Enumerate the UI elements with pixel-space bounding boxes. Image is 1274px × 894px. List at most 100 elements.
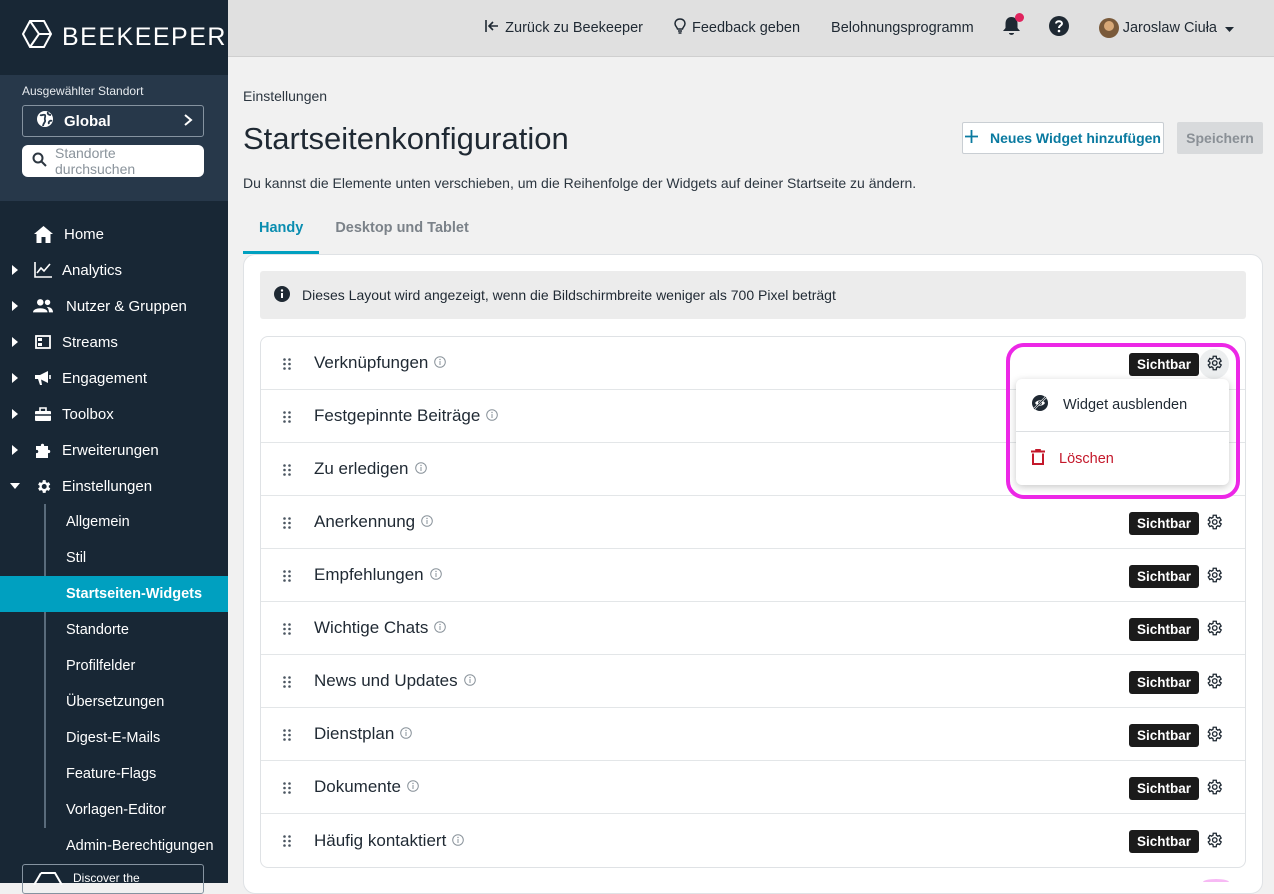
save-button[interactable]: Speichern — [1177, 122, 1263, 154]
widget-settings-gear-icon[interactable] — [1205, 725, 1223, 748]
info-circle-icon[interactable] — [407, 777, 419, 797]
drag-handle-icon[interactable] — [283, 622, 291, 640]
chart-icon — [33, 262, 53, 278]
brand-logo[interactable]: BEEKEEPER — [0, 0, 228, 75]
top-bar: Zurück zu Beekeeper Feedback geben Beloh… — [228, 0, 1274, 57]
widget-settings-gear-icon[interactable] — [1205, 831, 1223, 854]
sidebar-item-settings[interactable]: Einstellungen — [0, 468, 228, 504]
widget-settings-gear-icon[interactable] — [1205, 566, 1223, 589]
drag-handle-icon[interactable] — [283, 410, 291, 428]
user-name: Jaroslaw Ciuła — [1122, 20, 1217, 36]
sidebar-item-label: Analytics — [62, 261, 123, 279]
location-panel: Ausgewählter Standort Global Standorte d… — [0, 75, 228, 201]
drag-handle-icon[interactable] — [283, 675, 291, 693]
notifications-button[interactable] — [1002, 13, 1024, 40]
widget-name: News und Updates — [314, 671, 458, 690]
drag-handle-icon[interactable] — [283, 728, 291, 746]
rewards-link[interactable]: Belohnungsprogramm — [831, 20, 974, 36]
sidebar-item-analytics[interactable]: Analytics — [0, 252, 228, 288]
delete-widget-menu-item[interactable]: Löschen — [1016, 432, 1229, 485]
sidebar-item-label: Einstellungen — [62, 477, 153, 495]
widget-name: Anerkennung — [314, 512, 416, 531]
drag-handle-icon[interactable] — [283, 463, 291, 481]
user-menu[interactable]: Jaroslaw Ciuła — [1098, 18, 1234, 38]
widget-row[interactable]: Dienstplan Sichtbar — [261, 708, 1245, 761]
lightbulb-icon — [674, 18, 686, 38]
caret-right-icon — [10, 301, 20, 311]
widget-settings-gear-icon[interactable] — [1205, 672, 1223, 695]
drag-handle-icon[interactable] — [283, 781, 291, 799]
breadcrumb[interactable]: Einstellungen — [243, 88, 327, 104]
puzzle-icon — [33, 442, 53, 459]
location-selected: Global — [64, 112, 111, 130]
chevron-right-icon — [183, 113, 193, 130]
drag-handle-icon[interactable] — [283, 357, 291, 375]
drag-handle-icon[interactable] — [283, 569, 291, 587]
info-circle-icon[interactable] — [414, 459, 427, 479]
widget-row[interactable]: Empfehlungen Sichtbar — [261, 549, 1245, 602]
widget-settings-gear-icon[interactable] — [1205, 513, 1223, 536]
add-widget-label: Neues Widget hinzufügen — [990, 130, 1161, 146]
discover-button[interactable]: Discover the — [22, 864, 204, 894]
info-circle-icon[interactable] — [486, 406, 499, 426]
drag-handle-icon[interactable] — [283, 834, 291, 852]
widget-settings-gear-icon[interactable] — [1205, 778, 1223, 801]
sidebar-sub-item-active[interactable]: Startseiten-Widgets — [0, 576, 228, 612]
info-circle-icon[interactable] — [452, 831, 465, 851]
eye-slash-icon — [1031, 394, 1049, 416]
help-button[interactable] — [1048, 16, 1069, 40]
widget-context-menu: Widget ausblenden Löschen — [1016, 379, 1229, 485]
info-circle-icon[interactable] — [434, 618, 447, 638]
drag-handle-icon[interactable] — [283, 516, 291, 534]
widget-row[interactable]: Häufig kontaktiert Sichtbar — [261, 814, 1245, 867]
sidebar-item-home[interactable]: Home — [0, 216, 228, 252]
sidebar-sub-item[interactable]: Digest-E-Mails — [0, 720, 228, 756]
widget-settings-gear-icon[interactable] — [1205, 619, 1223, 642]
info-banner: Dieses Layout wird angezeigt, wenn die B… — [260, 271, 1246, 319]
tab-mobile[interactable]: Handy — [243, 215, 320, 254]
widget-name-wrap: Empfehlungen — [314, 565, 442, 585]
info-circle-icon[interactable] — [463, 671, 476, 691]
sidebar-item-extensions[interactable]: Erweiterungen — [0, 432, 228, 468]
add-widget-button[interactable]: Neues Widget hinzufügen — [962, 122, 1164, 154]
caret-right-icon — [10, 373, 20, 383]
sidebar-item-engagement[interactable]: Engagement — [0, 360, 228, 396]
sidebar-nav: Home Analytics Nutzer & Gruppen Streams — [0, 216, 228, 864]
feedback-link[interactable]: Feedback geben — [674, 18, 800, 38]
sidebar-sub-item[interactable]: Standorte — [0, 612, 228, 648]
caret-right-icon — [10, 445, 20, 455]
location-select[interactable]: Global — [22, 105, 204, 137]
info-circle-icon[interactable] — [434, 353, 447, 373]
sidebar-sub-item[interactable]: Vorlagen-Editor — [0, 792, 228, 828]
info-circle-icon[interactable] — [429, 565, 442, 585]
widget-row[interactable]: Dokumente Sichtbar — [261, 761, 1245, 814]
widget-name: Verknüpfungen — [314, 353, 429, 372]
delete-widget-label: Löschen — [1059, 450, 1114, 467]
sidebar-sub-item[interactable]: Stil — [0, 540, 228, 576]
sidebar-sub-item[interactable]: Allgemein — [0, 504, 228, 540]
widget-row[interactable]: Wichtige Chats Sichtbar — [261, 602, 1245, 655]
sidebar-item-label: Toolbox — [62, 405, 114, 423]
hide-widget-menu-item[interactable]: Widget ausblenden — [1016, 379, 1229, 432]
widget-settings-gear-icon[interactable] — [1205, 354, 1223, 377]
info-circle-icon[interactable] — [400, 724, 413, 744]
widget-row[interactable]: News und Updates Sichtbar — [261, 655, 1245, 708]
sidebar-sub-item[interactable]: Profilfelder — [0, 648, 228, 684]
location-search-input[interactable]: Standorte durchsuchen — [22, 145, 204, 177]
tab-desktop-tablet[interactable]: Desktop und Tablet — [319, 215, 484, 254]
back-link-label: Zurück zu Beekeeper — [505, 20, 643, 36]
info-circle-icon[interactable] — [421, 512, 433, 532]
status-badge: Sichtbar — [1129, 565, 1200, 588]
widget-name: Zu erledigen — [314, 459, 409, 478]
feedback-link-label: Feedback geben — [692, 20, 801, 36]
sidebar-item-streams[interactable]: Streams — [0, 324, 228, 360]
sidebar-sub-item[interactable]: Übersetzungen — [0, 684, 228, 720]
sidebar-item-users[interactable]: Nutzer & Gruppen — [0, 288, 228, 324]
widget-row[interactable]: Anerkennung Sichtbar — [261, 496, 1245, 549]
tab-bar: Handy Desktop und Tablet — [243, 215, 485, 254]
sidebar-sub-item[interactable]: Admin-Berechtigungen — [0, 828, 228, 864]
back-link[interactable]: Zurück zu Beekeeper — [485, 20, 643, 36]
sidebar-sub-item[interactable]: Feature-Flags — [0, 756, 228, 792]
status-badge: Sichtbar — [1129, 512, 1200, 535]
sidebar-item-toolbox[interactable]: Toolbox — [0, 396, 228, 432]
